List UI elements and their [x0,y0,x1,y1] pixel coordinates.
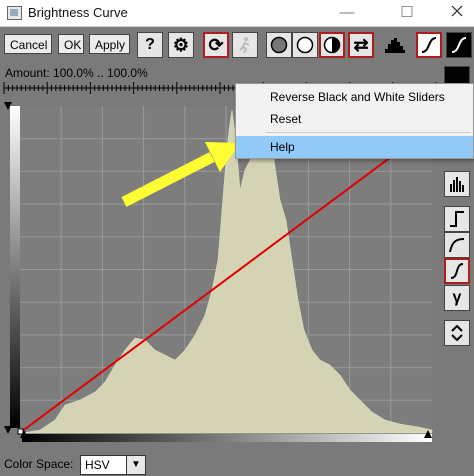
s-curve-mode-button[interactable] [444,258,470,284]
histogram-icon [385,38,405,53]
help-button[interactable]: ? [137,32,163,58]
refresh-icon: ⟳ [208,34,224,55]
s-curve-icon [421,37,437,53]
menu-item-help[interactable]: Help [236,136,473,158]
app-icon [7,6,22,20]
menu-item-reverse-sliders[interactable]: Reverse Black and White Sliders [236,86,473,108]
help-icon: ? [145,36,155,53]
refresh-button[interactable]: ⟳ [203,32,229,58]
log-curve-button[interactable] [444,232,470,258]
cancel-button[interactable]: Cancel [4,34,52,54]
light-mode-button[interactable] [292,32,318,58]
s-curve-dark-icon [451,37,467,53]
color-space-label: Color Space: [4,457,74,471]
half-circle-icon [323,36,341,54]
swap-icon: ⇄ [353,34,369,55]
s-curve-icon [450,263,464,279]
window-title: Brightness Curve [28,5,128,20]
settings-button[interactable]: ⚙ [168,32,194,58]
step-curve-icon [450,211,464,227]
gamma-icon: γ [452,289,462,306]
close-button[interactable] [442,3,472,23]
bottom-slider-handle[interactable] [4,426,12,434]
horizontal-gradient-bar [22,434,432,442]
chevron-down-icon: ▼ [126,456,145,474]
auto-button[interactable] [232,32,258,58]
dark-mode-button[interactable] [266,32,292,58]
color-space-select[interactable]: HSV ▼ [80,455,146,475]
step-curve-button[interactable] [444,206,470,232]
histogram-toggle[interactable] [382,32,408,58]
title-bar: Brightness Curve — ☐ [0,0,474,27]
toolbar: Cancel OK Apply ? ⚙ ⟳ ⇄ [0,27,474,63]
circle-dark-icon [270,36,288,54]
histogram-bars-button[interactable] [444,171,470,197]
invert-button[interactable] [319,32,345,58]
gamma-button[interactable]: γ [444,285,470,311]
gear-icon: ⚙ [172,34,190,55]
s-curve-dark-button[interactable] [446,32,472,58]
apply-button[interactable]: Apply [89,34,130,54]
s-curve-button[interactable] [416,32,442,58]
log-curve-icon [449,238,465,253]
minimize-button[interactable]: — [332,3,362,23]
up-down-icon [451,325,463,341]
close-icon [451,5,463,17]
circle-light-icon [296,36,314,54]
ok-button[interactable]: OK [58,34,84,54]
context-menu: Reverse Black and White Sliders Reset He… [235,83,474,159]
running-figure-icon [239,37,250,54]
menu-separator [266,132,471,133]
color-space-value: HSV [85,458,110,472]
swap-button[interactable]: ⇄ [348,32,374,58]
histogram-icon [450,177,464,192]
menu-item-reset[interactable]: Reset [236,108,473,130]
curve-point-start[interactable] [17,428,24,435]
amount-readout: Amount: 100.0% .. 100.0% [5,66,148,80]
maximize-button[interactable]: ☐ [392,3,422,23]
spin-button[interactable] [444,320,470,346]
vertical-gradient-bar [10,106,20,428]
